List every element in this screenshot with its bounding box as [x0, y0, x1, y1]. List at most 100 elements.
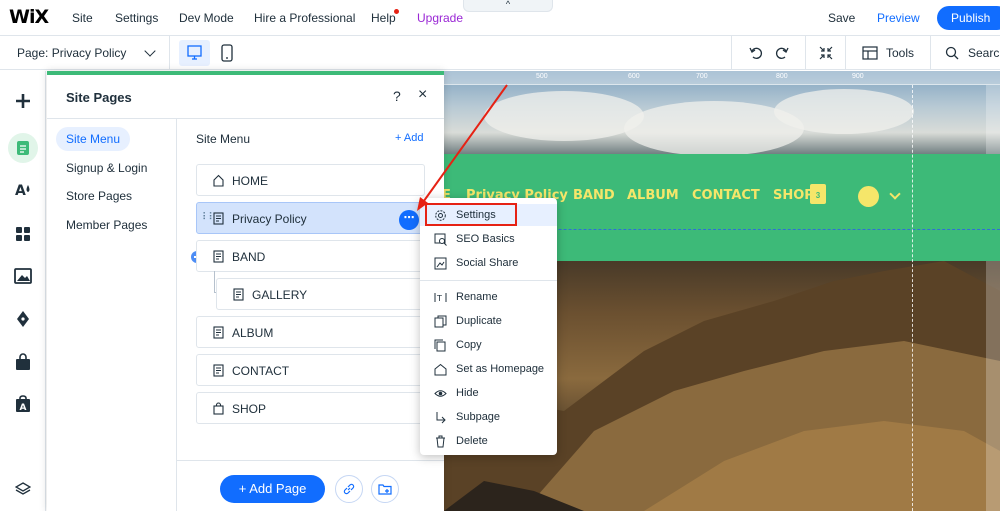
- member-avatar-icon[interactable]: [858, 186, 879, 207]
- site-pages-panel: Site Pages ? × Site Menu Signup & Login …: [47, 71, 444, 511]
- menu-item-delete[interactable]: Delete: [420, 430, 557, 452]
- horizontal-ruler: 500 600 700 800 900: [444, 71, 1000, 85]
- zoom-out-button[interactable]: [818, 45, 834, 64]
- tab-site-menu[interactable]: Site Menu: [56, 127, 131, 151]
- mobile-view-button[interactable]: [220, 43, 234, 66]
- wix-logo[interactable]: WiX: [9, 6, 49, 28]
- page-item-privacy-policy[interactable]: ⠇⠇ Privacy Policy: [196, 202, 425, 234]
- nav-settings[interactable]: Settings: [115, 11, 158, 25]
- more-actions-button[interactable]: ⋯: [399, 210, 419, 230]
- layers-button[interactable]: [8, 474, 38, 504]
- menu-item-label: Duplicate: [456, 315, 502, 327]
- undo-button[interactable]: [748, 45, 764, 64]
- pages-menu-button[interactable]: [8, 133, 38, 163]
- menu-item-seo-basics[interactable]: SEO Basics: [420, 228, 557, 250]
- page-item-contact[interactable]: CONTACT: [196, 354, 425, 386]
- trash-icon: [436, 435, 445, 448]
- page-icon: [213, 250, 224, 263]
- page-selector[interactable]: Page: Privacy Policy: [17, 46, 126, 60]
- menu-item-social-share[interactable]: Social Share: [420, 252, 557, 274]
- social-share-icon: [434, 257, 447, 270]
- link-icon: [343, 483, 355, 495]
- menu-item-duplicate[interactable]: Duplicate: [420, 310, 557, 332]
- redo-button[interactable]: [774, 45, 790, 64]
- apps-button[interactable]: [8, 219, 38, 249]
- app-market-button[interactable]: A: [8, 389, 38, 419]
- rename-icon: T: [434, 293, 447, 303]
- site-menu-heading: Site Menu: [196, 132, 251, 146]
- divider: [845, 36, 846, 70]
- menu-item-copy[interactable]: Copy: [420, 334, 557, 356]
- menu-item-rename[interactable]: T Rename: [420, 286, 557, 308]
- page-item-band[interactable]: BAND: [196, 240, 425, 272]
- menu-item-subpage[interactable]: Subpage: [420, 406, 557, 428]
- tools-button[interactable]: Tools: [886, 46, 914, 60]
- site-nav-album[interactable]: ALBUM: [627, 188, 679, 203]
- help-button[interactable]: ?: [393, 88, 401, 104]
- menu-item-hide[interactable]: Hide: [420, 382, 557, 404]
- add-page-button[interactable]: + Add Page: [220, 475, 325, 503]
- undo-icon: [749, 47, 762, 59]
- collapse-topbar-button[interactable]: ^: [463, 0, 553, 12]
- page-item-album[interactable]: ALBUM: [196, 316, 425, 348]
- cart-count: 3: [815, 191, 821, 200]
- save-button[interactable]: Save: [828, 11, 855, 25]
- tab-store-pages[interactable]: Store Pages: [56, 184, 142, 208]
- close-button[interactable]: ×: [418, 86, 427, 104]
- chevron-down-icon[interactable]: [144, 45, 156, 57]
- nav-site[interactable]: Site: [72, 11, 93, 25]
- page-icon: [17, 141, 29, 155]
- panel-title: Site Pages: [66, 90, 132, 105]
- site-nav-shop[interactable]: SHOP: [773, 188, 814, 203]
- eye-icon: [434, 390, 447, 397]
- tab-signup-login[interactable]: Signup & Login: [56, 156, 157, 180]
- page-item-shop[interactable]: SHOP: [196, 392, 425, 424]
- ruler-label: 600: [628, 73, 640, 80]
- menu-item-label: SEO Basics: [456, 233, 515, 245]
- ruler-label: 700: [696, 73, 708, 80]
- add-elements-button[interactable]: [8, 86, 38, 116]
- add-folder-button[interactable]: [371, 475, 399, 503]
- shopping-bag-icon: [16, 353, 30, 370]
- top-bar: WiX Site Settings Dev Mode Hire a Profes…: [0, 0, 1000, 36]
- preview-button[interactable]: Preview: [877, 11, 920, 25]
- store-button[interactable]: [8, 347, 38, 377]
- add-menu-item-button[interactable]: + Add: [395, 132, 423, 144]
- ruler-label: 900: [852, 73, 864, 80]
- nav-help[interactable]: Help: [371, 11, 396, 25]
- site-nav-contact[interactable]: CONTACT: [692, 188, 760, 203]
- cart-icon[interactable]: 3: [810, 184, 826, 204]
- annotation-highlight-box: [425, 203, 517, 226]
- page-context-menu: Settings SEO Basics Social Share T Renam…: [420, 198, 557, 455]
- nav-hire-a-professional[interactable]: Hire a Professional: [254, 11, 355, 25]
- shopping-bag-icon: [213, 402, 224, 415]
- nav-upgrade[interactable]: Upgrade: [417, 11, 463, 25]
- menu-divider: [420, 280, 557, 281]
- page-label: Privacy Policy: [232, 212, 307, 226]
- ruler-label: 800: [776, 73, 788, 80]
- tab-member-pages[interactable]: Member Pages: [56, 213, 157, 237]
- page-item-gallery[interactable]: GALLERY: [216, 278, 425, 310]
- menu-item-label: Delete: [456, 435, 488, 447]
- blog-button[interactable]: [8, 304, 38, 334]
- page-label: BAND: [232, 250, 266, 264]
- publish-button[interactable]: Publish: [937, 6, 1000, 30]
- plus-icon: [16, 94, 30, 108]
- page-label: HOME: [232, 174, 268, 188]
- add-link-button[interactable]: [335, 475, 363, 503]
- svg-text:A: A: [20, 403, 27, 413]
- site-nav-band[interactable]: BAND: [573, 188, 615, 203]
- desktop-view-button[interactable]: [179, 40, 210, 66]
- design-button[interactable]: A: [8, 175, 38, 205]
- divider: [805, 36, 806, 70]
- media-button[interactable]: [8, 261, 38, 291]
- menu-item-label: Hide: [456, 387, 479, 399]
- search-button[interactable]: Search: [968, 46, 1000, 60]
- ruler-label: 500: [536, 73, 548, 80]
- nav-dev-mode[interactable]: Dev Mode: [179, 11, 234, 25]
- notification-dot: [394, 9, 399, 14]
- divider: [731, 36, 732, 70]
- menu-item-set-as-homepage[interactable]: Set as Homepage: [420, 358, 557, 380]
- page-icon: [213, 212, 224, 225]
- page-item-home[interactable]: HOME: [196, 164, 425, 196]
